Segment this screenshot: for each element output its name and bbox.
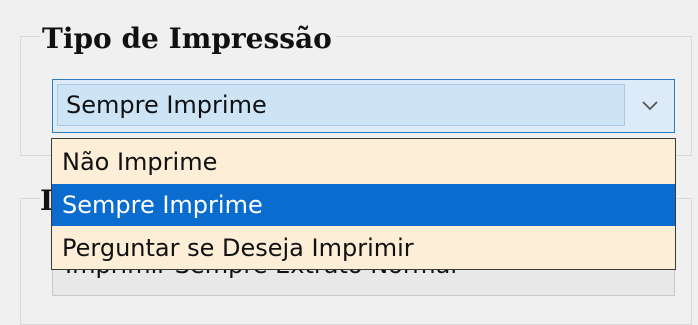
chevron-down-icon[interactable]: [626, 80, 674, 132]
group-title-tipo-impressao: Tipo de Impressão: [40, 20, 336, 58]
dropdown-option-sempre-imprime[interactable]: Sempre Imprime: [52, 184, 675, 226]
dropdown-option-perguntar[interactable]: Perguntar se Deseja Imprimir: [52, 227, 675, 269]
dropdown-option-nao-imprime[interactable]: Não Imprime: [52, 141, 675, 183]
tipo-impressao-dropdown-list: Não Imprime Sempre Imprime Perguntar se …: [51, 138, 676, 270]
tipo-impressao-combo[interactable]: Sempre Imprime: [52, 79, 675, 133]
tipo-impressao-combo-value: Sempre Imprime: [57, 84, 625, 126]
